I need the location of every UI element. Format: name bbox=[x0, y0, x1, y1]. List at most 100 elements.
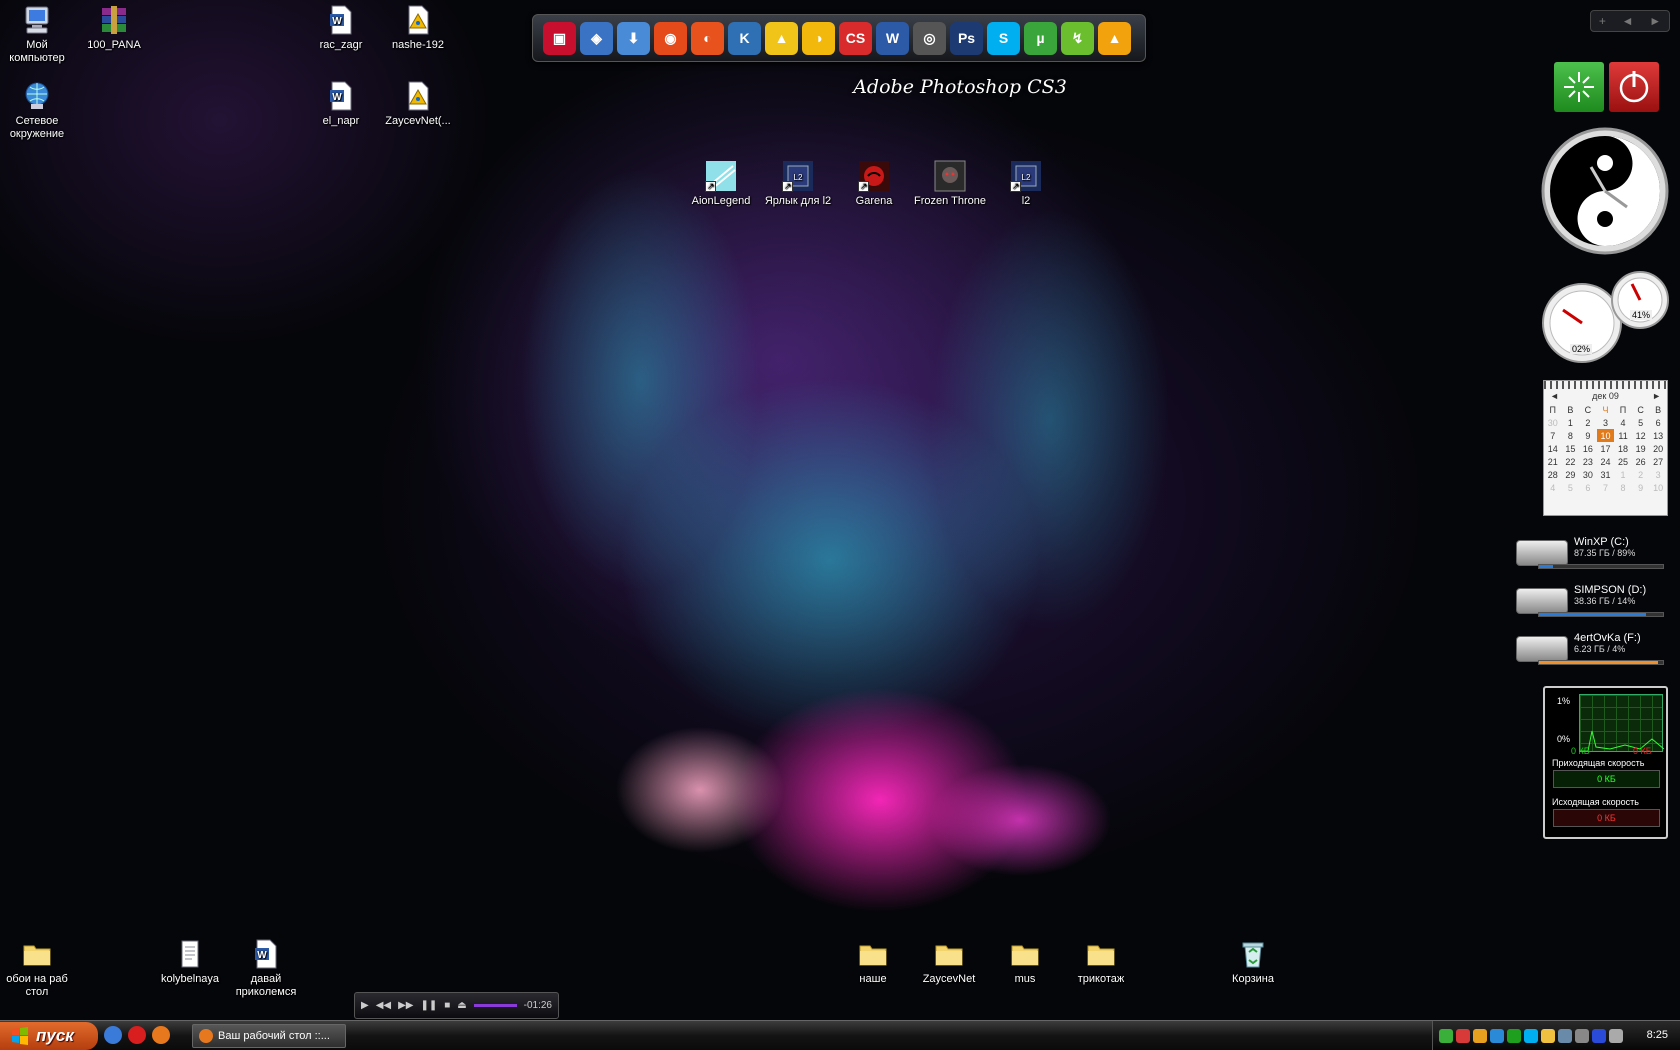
calendar-day[interactable]: 5 bbox=[1562, 481, 1580, 494]
calendar-day[interactable]: 19 bbox=[1632, 442, 1650, 455]
bluetooth-tray-icon[interactable] bbox=[1592, 1029, 1606, 1043]
aimp-icon[interactable]: ◑ bbox=[802, 21, 835, 55]
word-icon[interactable]: W bbox=[876, 21, 909, 55]
forward-button[interactable]: ▶▶ bbox=[398, 1000, 413, 1011]
stop-button[interactable]: ■ bbox=[444, 1000, 450, 1011]
eject-button[interactable]: ⏏ bbox=[457, 1000, 466, 1011]
calendar-day[interactable]: 22 bbox=[1562, 455, 1580, 468]
desktop-icon-l2[interactable]: L2 ↗ l2 bbox=[990, 160, 1062, 208]
desktop-icon-wallpapers-folder[interactable]: обои на раб стол bbox=[1, 938, 73, 999]
prev-gadget-button[interactable]: ◄ bbox=[1622, 14, 1634, 28]
clock-gadget[interactable] bbox=[1541, 127, 1669, 255]
calendar-day[interactable]: 6 bbox=[1579, 481, 1597, 494]
desktop-icon-recycle-bin[interactable]: Корзина bbox=[1217, 938, 1289, 986]
counter-strike-icon[interactable]: CS bbox=[839, 21, 872, 55]
desktop-icon-my-computer[interactable]: Мой компьютер bbox=[1, 4, 73, 65]
download-icon[interactable]: ⬇ bbox=[617, 21, 650, 55]
calendar-day[interactable]: 13 bbox=[1649, 429, 1667, 442]
calendar-day[interactable]: 14 bbox=[1544, 442, 1562, 455]
calendar-prev-button[interactable]: ◄ bbox=[1550, 391, 1559, 401]
opera-icon[interactable] bbox=[128, 1026, 146, 1044]
drive-d[interactable]: SIMPSON (D:) 38.36 ГБ / 14% bbox=[1514, 584, 1674, 624]
photoscape-icon[interactable]: ◎ bbox=[913, 21, 946, 55]
calendar-day[interactable]: 11 bbox=[1614, 429, 1632, 442]
desktop-icon-rac-zagr[interactable]: W rac_zagr bbox=[305, 4, 377, 52]
ie-icon[interactable] bbox=[104, 1026, 122, 1044]
photoshop-icon[interactable]: Ps bbox=[950, 21, 983, 55]
rewind-button[interactable]: ◀◀ bbox=[376, 1000, 391, 1011]
display-tray-icon[interactable] bbox=[1558, 1029, 1572, 1043]
calendar-day[interactable]: 15 bbox=[1562, 442, 1580, 455]
desktop-icon-frozen-throne[interactable]: Frozen Throne bbox=[914, 160, 986, 208]
calendar-day[interactable]: 4 bbox=[1614, 416, 1632, 429]
calendar-gadget[interactable]: ◄ дек 09 ► П В С Ч П С В 30 1 2 3 4 5 6 7 8 9 10 11 12 13 14 1… bbox=[1543, 380, 1668, 516]
calendar-day[interactable]: 20 bbox=[1649, 442, 1667, 455]
calendar-day[interactable]: 5 bbox=[1632, 416, 1650, 429]
desktop-icon-nashe-192[interactable]: nashe-192 bbox=[382, 4, 454, 52]
opera-icon[interactable]: ◐ bbox=[691, 21, 724, 55]
calendar-day[interactable]: 21 bbox=[1544, 455, 1562, 468]
play-button[interactable]: ▶ bbox=[361, 1000, 369, 1011]
calendar-next-button[interactable]: ► bbox=[1652, 391, 1661, 401]
calendar-day[interactable]: 9 bbox=[1579, 429, 1597, 442]
gadget-icon[interactable]: ↯ bbox=[1061, 21, 1094, 55]
burner-icon[interactable]: ◉ bbox=[654, 21, 687, 55]
safely-remove-tray-icon[interactable] bbox=[1609, 1029, 1623, 1043]
desktop-icon-aionlegend[interactable]: ↗ AionLegend bbox=[685, 160, 757, 208]
add-gadget-button[interactable]: + bbox=[1599, 14, 1606, 28]
player-tray-icon[interactable] bbox=[1473, 1029, 1487, 1043]
restart-gadget-button[interactable] bbox=[1554, 62, 1604, 112]
calendar-day[interactable]: 9 bbox=[1632, 481, 1650, 494]
desktop-icon-network[interactable]: Сетевое окружение bbox=[1, 80, 73, 141]
desktop-icon-100-pana[interactable]: 100_PANA bbox=[78, 4, 150, 52]
calendar-day[interactable]: 4 bbox=[1544, 481, 1562, 494]
memory-meter-gadget[interactable]: 41% bbox=[1610, 270, 1670, 330]
taskbar-window-button[interactable]: Ваш рабочий стол ::... bbox=[192, 1024, 346, 1048]
calendar-day[interactable]: 8 bbox=[1562, 429, 1580, 442]
calendar-day[interactable]: 18 bbox=[1614, 442, 1632, 455]
calendar-day[interactable]: 25 bbox=[1614, 455, 1632, 468]
skype-tray-icon[interactable] bbox=[1524, 1029, 1538, 1043]
calendar-day[interactable]: 1 bbox=[1562, 416, 1580, 429]
calendar-day[interactable]: 10 bbox=[1596, 429, 1615, 442]
calendar-day[interactable]: 2 bbox=[1632, 468, 1650, 481]
calendar-day[interactable]: 3 bbox=[1597, 416, 1615, 429]
calendar-day[interactable]: 27 bbox=[1649, 455, 1667, 468]
seek-bar[interactable] bbox=[473, 1004, 517, 1007]
calendar-day[interactable]: 8 bbox=[1614, 481, 1632, 494]
calendar-day[interactable]: 12 bbox=[1632, 429, 1650, 442]
calendar-day[interactable]: 26 bbox=[1632, 455, 1650, 468]
kmplayer-icon[interactable]: K bbox=[728, 21, 761, 55]
utorrent-icon[interactable]: µ bbox=[1024, 21, 1057, 55]
floppy-icon[interactable]: ▣ bbox=[543, 21, 576, 55]
desktop-icon-garena[interactable]: ↗ Garena bbox=[838, 160, 910, 208]
firefox-icon[interactable] bbox=[152, 1026, 170, 1044]
network-tray-icon[interactable] bbox=[1490, 1029, 1504, 1043]
calendar-day[interactable]: 7 bbox=[1544, 429, 1562, 442]
network-monitor-gadget[interactable]: 1% 0% 0 КБ 0 КБ Приходящая скорость 0 КБ… bbox=[1543, 686, 1668, 839]
messenger-tray-icon[interactable] bbox=[1541, 1029, 1555, 1043]
next-gadget-button[interactable]: ► bbox=[1649, 14, 1661, 28]
drive-c[interactable]: WinXP (C:) 87.35 ГБ / 89% bbox=[1514, 536, 1674, 576]
calendar-day[interactable]: 24 bbox=[1597, 455, 1615, 468]
calendar-day[interactable]: 10 bbox=[1649, 481, 1667, 494]
desktop-icon-kolybelnaya[interactable]: kolybelnaya bbox=[154, 938, 226, 986]
start-button[interactable]: пуск bbox=[0, 1022, 98, 1050]
desktop-icon-l2-shortcut[interactable]: L2 ↗ Ярлык для l2 bbox=[762, 160, 834, 208]
scanner-icon[interactable]: ◈ bbox=[580, 21, 613, 55]
drive-f[interactable]: 4ertOvKa (F:) 6.23 ГБ / 4% bbox=[1514, 632, 1674, 672]
calendar-day[interactable]: 17 bbox=[1597, 442, 1615, 455]
antivirus-tray-icon[interactable] bbox=[1456, 1029, 1470, 1043]
volume-tray-icon[interactable] bbox=[1575, 1029, 1589, 1043]
desktop-icon-davai-prikolemsya[interactable]: W давай приколемся bbox=[230, 938, 302, 999]
shield-tray-icon[interactable] bbox=[1507, 1029, 1521, 1043]
utorrent-tray-icon[interactable] bbox=[1439, 1029, 1453, 1043]
skype-icon[interactable]: S bbox=[987, 21, 1020, 55]
shutdown-gadget-button[interactable] bbox=[1609, 62, 1659, 112]
media-mini-player[interactable]: ▶ ◀◀ ▶▶ ❚❚ ■ ⏏ -01:26 bbox=[354, 992, 559, 1019]
calendar-day[interactable]: 3 bbox=[1649, 468, 1667, 481]
calendar-day[interactable]: 6 bbox=[1649, 416, 1667, 429]
calendar-day[interactable]: 23 bbox=[1579, 455, 1597, 468]
desktop-icon-trikotazh-folder[interactable]: трикотаж bbox=[1065, 938, 1137, 986]
pause-button[interactable]: ❚❚ bbox=[420, 1000, 437, 1011]
